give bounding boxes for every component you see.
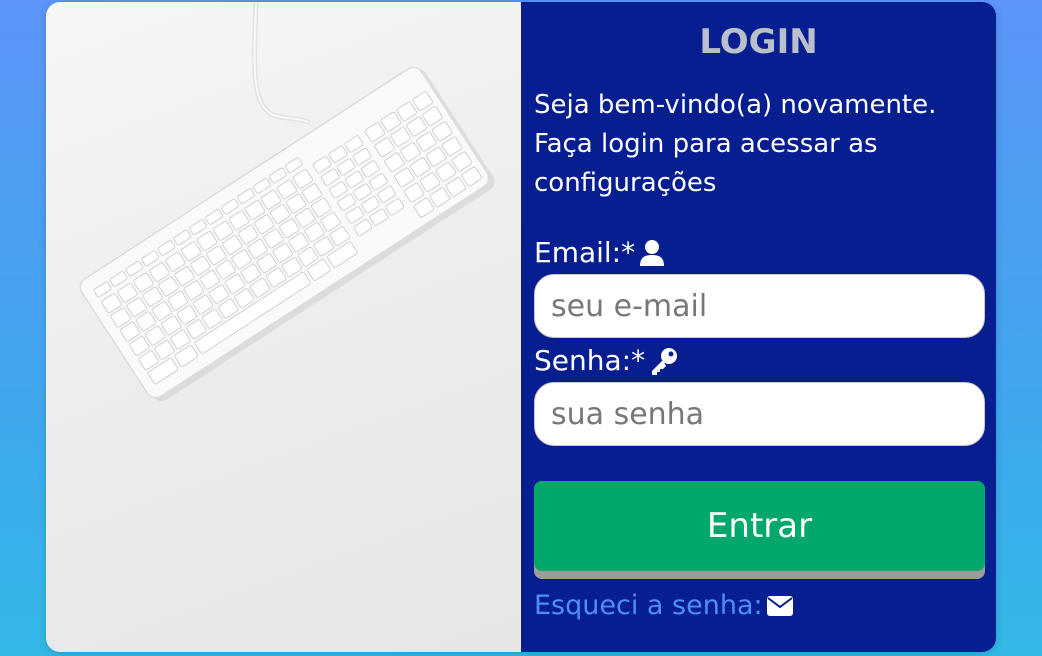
envelope-icon	[766, 595, 794, 617]
email-input[interactable]	[534, 274, 985, 338]
login-title: LOGIN	[699, 22, 818, 62]
email-label: Email:*	[534, 236, 665, 269]
login-panel: LOGIN Seja bem-vindo(a) novamente. Faça …	[521, 2, 996, 652]
submit-button-shadow: Entrar	[534, 481, 985, 579]
email-label-text: Email:*	[534, 236, 636, 269]
password-input[interactable]	[534, 382, 985, 446]
key-icon	[649, 346, 679, 376]
submit-button[interactable]: Entrar	[534, 481, 985, 571]
welcome-line-2: Faça login para acessar as	[534, 129, 878, 159]
password-label: Senha:*	[534, 344, 679, 377]
welcome-message: Seja bem-vindo(a) novamente. Faça login …	[534, 86, 974, 203]
welcome-line-1: Seja bem-vindo(a) novamente.	[534, 90, 937, 120]
keyboard-image	[46, 2, 521, 652]
forgot-password-link[interactable]: Esqueci a senha:	[534, 590, 794, 621]
keyboard-illustration	[79, 2, 495, 402]
welcome-line-3: configurações	[534, 168, 717, 198]
login-card: LOGIN Seja bem-vindo(a) novamente. Faça …	[46, 2, 996, 652]
forgot-password-text: Esqueci a senha:	[534, 590, 763, 621]
user-icon	[639, 239, 665, 267]
password-label-text: Senha:*	[534, 344, 646, 377]
